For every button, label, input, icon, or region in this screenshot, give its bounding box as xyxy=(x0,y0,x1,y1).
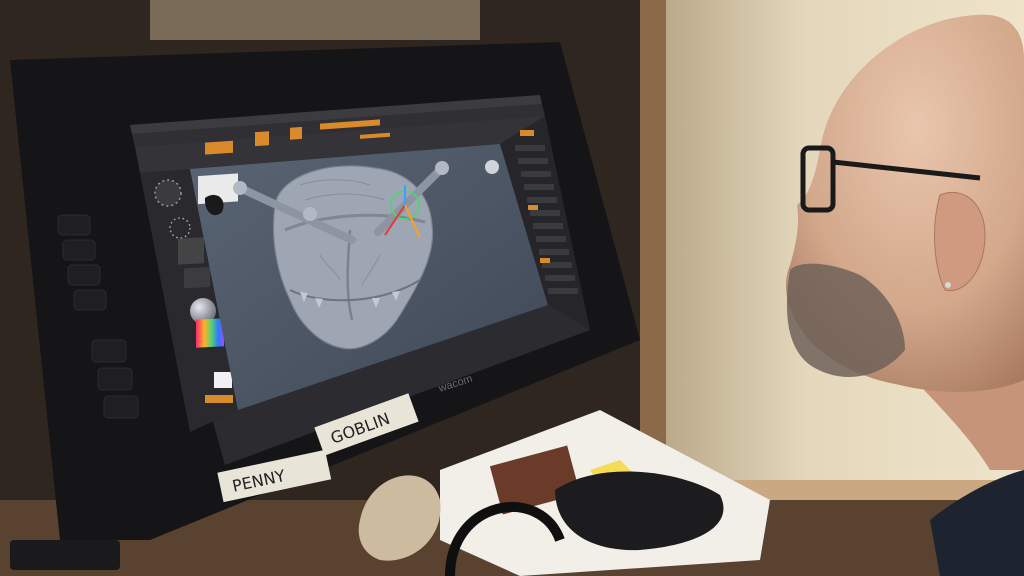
ui-navigation-head-icon xyxy=(485,160,499,174)
ui-color-picker xyxy=(196,318,224,348)
ui-alpha-slot xyxy=(178,237,204,265)
photo-scene: wacom PENNY GOBLIN xyxy=(0,0,1024,576)
ui-alpha-slot-2 xyxy=(184,266,210,289)
ui-left-orange-button xyxy=(205,395,233,403)
top-shelf xyxy=(150,0,480,40)
scene-illustration: wacom PENNY GOBLIN xyxy=(0,0,1024,576)
phone xyxy=(10,540,120,570)
ui-color-swatch xyxy=(214,372,232,388)
door-frame xyxy=(640,0,666,450)
person-earring xyxy=(945,282,951,288)
ui-brush-thumbnail xyxy=(154,179,182,207)
